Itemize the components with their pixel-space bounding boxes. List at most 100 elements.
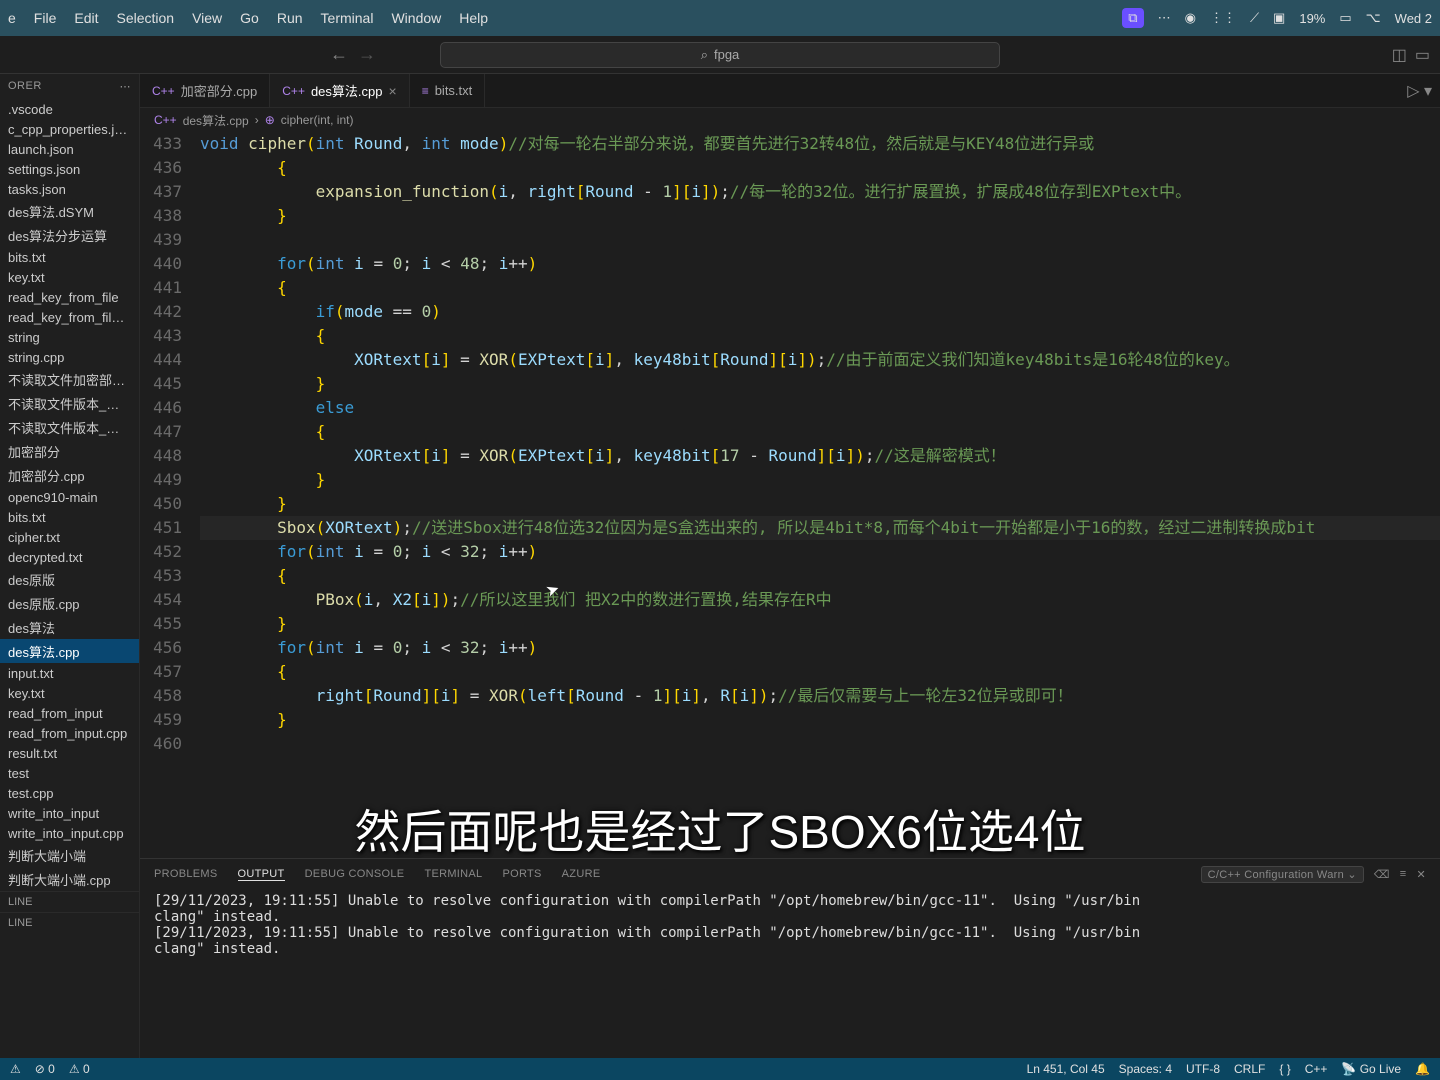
menu-view[interactable]: View [192, 10, 222, 26]
file-item[interactable]: key.txt [0, 267, 139, 287]
timeline-section[interactable]: LINE [0, 912, 139, 933]
file-item[interactable]: 不读取文件版本_无调… [0, 415, 139, 439]
menu-extra-icon[interactable]: ⋯ [1158, 10, 1171, 26]
file-item[interactable]: test.cpp [0, 783, 139, 803]
file-item[interactable]: read_from_input.cpp [0, 723, 139, 743]
menu-window[interactable]: Window [391, 10, 441, 26]
file-item[interactable]: bits.txt [0, 247, 139, 267]
panel-tab-problems[interactable]: PROBLEMS [154, 868, 218, 880]
file-item[interactable]: decrypted.txt [0, 547, 139, 567]
tab-label: bits.txt [435, 83, 473, 98]
explorer-more-icon[interactable]: ⋯ [120, 80, 132, 93]
file-item[interactable]: result.txt [0, 743, 139, 763]
file-item[interactable]: test [0, 763, 139, 783]
panel-tab-output[interactable]: OUTPUT [238, 868, 285, 881]
file-item[interactable]: c_cpp_properties.json [0, 119, 139, 139]
panel-tab-debug-console[interactable]: DEBUG CONSOLE [305, 868, 405, 880]
file-item[interactable]: des算法 [0, 615, 139, 639]
cursor-position[interactable]: Ln 451, Col 45 [1027, 1062, 1105, 1076]
statusbar: ⚠ ⊘ 0 ⚠ 0 Ln 451, Col 45 Spaces: 4 UTF-8… [0, 1058, 1440, 1080]
file-item[interactable]: input.txt [0, 663, 139, 683]
file-item[interactable]: write_into_input.cpp [0, 823, 139, 843]
nav-forward-icon[interactable]: → [358, 44, 376, 65]
date[interactable]: Wed 2 [1395, 11, 1432, 26]
breadcrumb-file[interactable]: des算法.cpp [183, 112, 249, 129]
file-item[interactable]: des原版.cpp [0, 591, 139, 615]
breadcrumb-symbol[interactable]: cipher(int, int) [281, 113, 354, 127]
file-item[interactable]: bits.txt [0, 507, 139, 527]
breadcrumb[interactable]: C++ des算法.cpp › ⊕ cipher(int, int) [140, 108, 1440, 132]
code-editor[interactable]: 4334364374384394404414424434444454464474… [140, 132, 1440, 858]
code-content[interactable]: void cipher(int Round, int mode)//对每一轮右半… [200, 132, 1440, 858]
panel-close-icon[interactable]: ✕ [1416, 868, 1426, 881]
bottom-panel: PROBLEMS OUTPUT DEBUG CONSOLE TERMINAL PORTS… [140, 858, 1440, 1058]
command-center-search[interactable]: ⌕ fpga [440, 42, 1000, 68]
notifications-icon[interactable]: 🔔 [1415, 1062, 1430, 1076]
file-item[interactable]: read_key_from_file [0, 287, 139, 307]
menu-file[interactable]: File [34, 10, 57, 26]
config-dropdown[interactable]: C/C++ Configuration Warn ⌄ [1201, 866, 1364, 883]
menu-e[interactable]: e [8, 10, 16, 26]
output-body[interactable]: [29/11/2023, 19:11:55] Unable to resolve… [140, 889, 1440, 1058]
close-icon[interactable]: × [389, 83, 397, 99]
file-item[interactable]: des算法.cpp [0, 639, 139, 663]
editor-tab[interactable]: ≡bits.txt [410, 74, 486, 107]
nav-back-icon[interactable]: ← [330, 44, 348, 65]
vpn-icon[interactable]: ⟋ [1250, 10, 1259, 26]
search-text: fpga [714, 47, 739, 62]
layout-sidebar-icon[interactable]: ◫ [1392, 45, 1407, 65]
file-item[interactable]: 判断大端小端 [0, 843, 139, 867]
file-item[interactable]: openc910-main [0, 487, 139, 507]
file-item[interactable]: settings.json [0, 159, 139, 179]
error-count[interactable]: ⊘ 0 [35, 1062, 55, 1076]
panel-tabs: PROBLEMS OUTPUT DEBUG CONSOLE TERMINAL PORTS… [140, 859, 1440, 889]
wifi-icon[interactable]: ⋮⋮ [1210, 10, 1236, 26]
layout-panel-icon[interactable]: ▭ [1415, 45, 1430, 65]
indent-status[interactable]: Spaces: 4 [1119, 1062, 1172, 1076]
file-item[interactable]: des原版 [0, 567, 139, 591]
go-live-button[interactable]: 📡 Go Live [1341, 1062, 1401, 1076]
menu-run[interactable]: Run [277, 10, 303, 26]
file-item[interactable]: tasks.json [0, 179, 139, 199]
menu-edit[interactable]: Edit [74, 10, 98, 26]
menu-terminal[interactable]: Terminal [321, 10, 374, 26]
screen-record-icon[interactable]: ⧉ [1122, 8, 1143, 28]
panel-tab-azure[interactable]: AZURE [562, 868, 601, 880]
file-item[interactable]: 判断大端小端.cpp [0, 867, 139, 891]
file-item[interactable]: read_from_input [0, 703, 139, 723]
file-item[interactable]: des算法.dSYM [0, 199, 139, 223]
menu-go[interactable]: Go [240, 10, 259, 26]
file-item[interactable]: write_into_input [0, 803, 139, 823]
eol-status[interactable]: CRLF [1234, 1062, 1265, 1076]
lock-scroll-icon[interactable]: ≡ [1400, 868, 1407, 880]
menu-selection[interactable]: Selection [116, 10, 174, 26]
warning-count[interactable]: ⚠ 0 [69, 1062, 90, 1076]
file-item[interactable]: .vscode [0, 99, 139, 119]
language-mode[interactable]: C++ [1305, 1062, 1328, 1076]
editor-tab[interactable]: C++加密部分.cpp [140, 74, 270, 107]
panel-tab-ports[interactable]: PORTS [502, 868, 541, 880]
file-item[interactable]: string [0, 327, 139, 347]
panel-tab-terminal[interactable]: TERMINAL [424, 868, 482, 880]
file-item[interactable]: read_key_from_file.cpp [0, 307, 139, 327]
file-item[interactable]: launch.json [0, 139, 139, 159]
file-item[interactable]: cipher.txt [0, 527, 139, 547]
file-item[interactable]: key.txt [0, 683, 139, 703]
run-button[interactable]: ▷ ▾ [1399, 74, 1440, 107]
brackets-icon[interactable]: { } [1279, 1062, 1290, 1076]
app-icon[interactable]: ▣ [1273, 10, 1285, 26]
globe-icon[interactable]: ◉ [1185, 10, 1196, 26]
file-item[interactable]: 加密部分 [0, 439, 139, 463]
clear-output-icon[interactable]: ⌫ [1374, 868, 1390, 881]
file-item[interactable]: des算法分步运算 [0, 223, 139, 247]
file-item[interactable]: 不读取文件加密部分… [0, 367, 139, 391]
control-center-icon[interactable]: ⌥ [1366, 10, 1381, 26]
file-item[interactable]: 加密部分.cpp [0, 463, 139, 487]
encoding-status[interactable]: UTF-8 [1186, 1062, 1220, 1076]
remote-icon[interactable]: ⚠ [10, 1062, 21, 1076]
editor-tab[interactable]: C++des算法.cpp× [270, 74, 409, 107]
menu-help[interactable]: Help [459, 10, 488, 26]
file-item[interactable]: 不读取文件版本_无调试 [0, 391, 139, 415]
outline-section[interactable]: LINE [0, 891, 139, 912]
file-item[interactable]: string.cpp [0, 347, 139, 367]
